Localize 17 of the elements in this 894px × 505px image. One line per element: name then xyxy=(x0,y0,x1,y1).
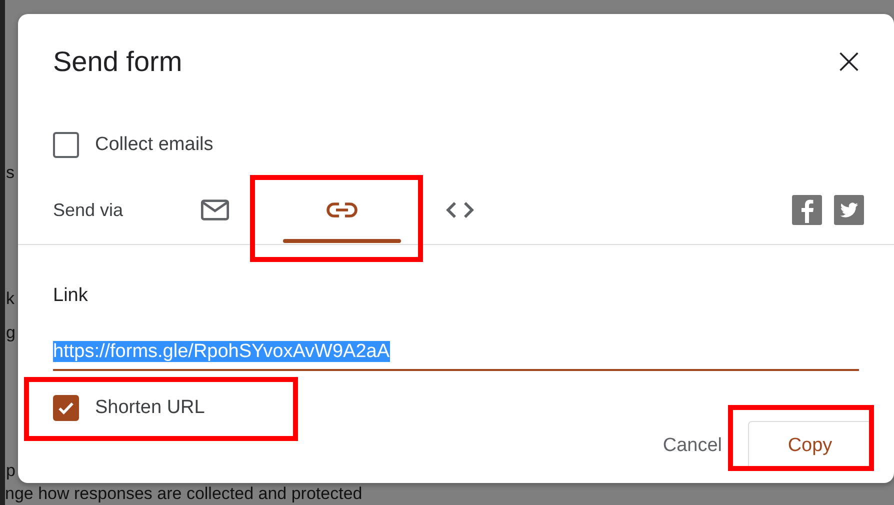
bird-icon[interactable] xyxy=(834,195,864,225)
background-text: nge how responses are collected and protected xyxy=(5,484,362,504)
link-label: Link xyxy=(53,285,88,307)
checkbox-label: Shorten URL xyxy=(95,397,205,419)
url-field[interactable]: https://forms.gle/RpohSYvoxAvW9A2aA xyxy=(53,341,859,371)
facebook-icon[interactable] xyxy=(792,195,822,225)
background-text: s xyxy=(5,162,14,184)
checkbox[interactable] xyxy=(53,132,79,158)
send-via-label: Send via xyxy=(53,200,124,220)
background-text: g xyxy=(5,322,16,344)
checkbox-label: Collect emails xyxy=(95,134,214,156)
dialog-title: Send form xyxy=(53,46,182,78)
envelope-icon xyxy=(199,199,231,221)
checkbox[interactable] xyxy=(53,395,79,421)
cancel-button[interactable]: Cancel xyxy=(648,421,736,471)
background-text: p xyxy=(5,460,16,482)
background-text: k xyxy=(5,288,14,310)
